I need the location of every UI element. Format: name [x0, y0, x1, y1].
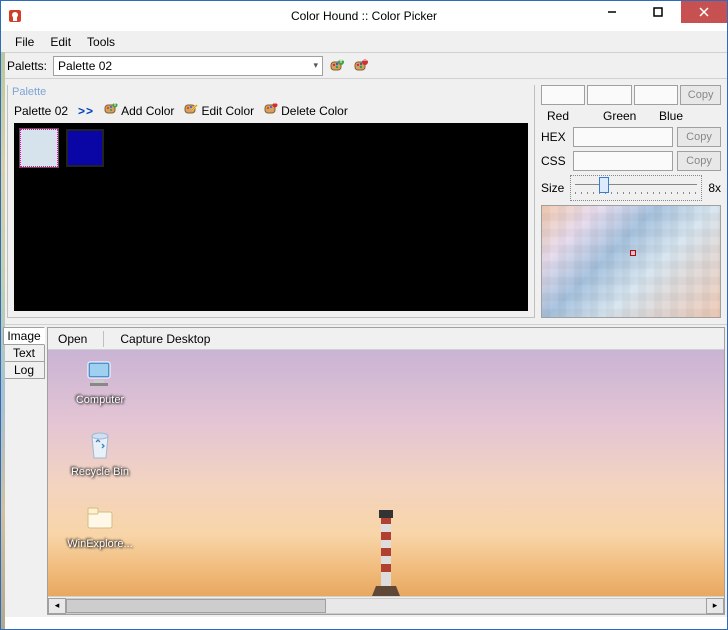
scroll-track[interactable] [66, 598, 706, 614]
menu-edit[interactable]: Edit [42, 33, 79, 51]
desktop-icon-label: Recycle Bin [71, 466, 129, 478]
app-icon [7, 8, 23, 24]
edit-color-label: Edit Color [201, 104, 254, 118]
open-image-button[interactable]: Open [54, 331, 91, 347]
menu-tools[interactable]: Tools [79, 33, 123, 51]
palettes-label: Paletts: [7, 59, 47, 73]
chevron-down-icon: ▾ [314, 60, 319, 71]
maximize-button[interactable] [635, 1, 681, 23]
color-swatch[interactable] [20, 129, 58, 167]
palette-add-icon: + [104, 102, 118, 119]
color-info-panel: Copy Red Green Blue HEX Copy CSS Copy Si… [541, 85, 721, 318]
capture-desktop-button[interactable]: Capture Desktop [116, 331, 214, 347]
svg-text:−: − [362, 58, 369, 67]
copy-rgb-button[interactable]: Copy [680, 85, 721, 105]
size-label: Size [541, 181, 564, 195]
blue-label: Blue [659, 109, 699, 123]
color-swatch[interactable] [66, 129, 104, 167]
red-value-field[interactable] [541, 85, 585, 105]
hex-label: HEX [541, 130, 569, 144]
copy-css-button[interactable]: Copy [677, 151, 721, 171]
lighthouse-graphic [366, 506, 406, 596]
palette-toolbar: Paletts: Palette 02 ▾ + − [1, 53, 727, 79]
blue-value-field[interactable] [634, 85, 678, 105]
delete-color-label: Delete Color [281, 104, 348, 118]
css-label: CSS [541, 154, 569, 168]
new-palette-icon[interactable]: + [327, 56, 347, 76]
palette-edit-icon [184, 102, 198, 119]
add-color-button[interactable]: + Add Color [104, 102, 174, 119]
desktop-icon-label: Computer [76, 394, 124, 406]
tab-text[interactable]: Text [3, 344, 45, 362]
desktop-icon-label: WinExplore... [67, 538, 132, 550]
image-toolbar: Open Capture Desktop [48, 328, 724, 350]
copy-hex-button[interactable]: Copy [677, 127, 721, 147]
side-tabs: Image Text Log [1, 325, 47, 617]
svg-text:−: − [272, 102, 279, 110]
menu-file[interactable]: File [7, 33, 42, 51]
css-field[interactable] [573, 151, 673, 171]
zoom-value: 8x [708, 181, 721, 195]
palette-dropdown-value: Palette 02 [58, 59, 112, 73]
swatch-area [14, 123, 528, 311]
minimize-button[interactable] [589, 1, 635, 23]
zoom-cursor-icon [630, 250, 636, 256]
palette-delete-icon: − [264, 102, 278, 119]
horizontal-scrollbar[interactable]: ◂ ▸ [48, 596, 724, 614]
window-title: Color Hound :: Color Picker [291, 9, 437, 23]
palette-group-caption: Palette [8, 85, 534, 99]
slider-thumb[interactable] [599, 177, 609, 193]
tab-log[interactable]: Log [3, 361, 45, 379]
delete-palette-icon[interactable]: − [351, 56, 371, 76]
scroll-left-button[interactable]: ◂ [48, 598, 66, 614]
add-color-label: Add Color [121, 104, 174, 118]
scroll-right-button[interactable]: ▸ [706, 598, 724, 614]
delete-color-button[interactable]: − Delete Color [264, 102, 348, 119]
svg-text:+: + [338, 58, 345, 67]
recycle-bin-icon [82, 428, 118, 464]
titlebar: Color Hound :: Color Picker [1, 1, 727, 31]
green-label: Green [603, 109, 643, 123]
palette-dropdown[interactable]: Palette 02 ▾ [53, 56, 323, 76]
svg-text:+: + [112, 102, 119, 110]
red-label: Red [547, 109, 587, 123]
captured-image-view[interactable]: Computer Recycle Bin WinExplore... [48, 350, 724, 596]
edit-color-button[interactable]: Edit Color [184, 102, 254, 119]
desktop-icon-computer[interactable]: Computer [62, 356, 138, 406]
palette-panel: Palette Palette 02 >> + Add Color Edit C… [7, 85, 535, 318]
zoom-slider[interactable] [570, 175, 702, 201]
desktop-icon-recycle-bin[interactable]: Recycle Bin [62, 428, 138, 478]
palette-expand-button[interactable]: >> [78, 104, 94, 118]
close-button[interactable] [681, 1, 727, 23]
scroll-thumb[interactable] [66, 599, 326, 613]
menubar: File Edit Tools [1, 31, 727, 53]
hex-field[interactable] [573, 127, 673, 147]
image-panel: Open Capture Desktop Computer Recycle Bi… [47, 327, 725, 615]
folder-icon [82, 500, 118, 536]
palette-name: Palette 02 [14, 104, 68, 118]
zoom-preview [541, 205, 721, 318]
tab-image[interactable]: Image [3, 327, 45, 345]
toolbar-separator [103, 331, 104, 347]
green-value-field[interactable] [587, 85, 631, 105]
computer-icon [82, 356, 118, 392]
desktop-icon-winexplore[interactable]: WinExplore... [62, 500, 138, 550]
